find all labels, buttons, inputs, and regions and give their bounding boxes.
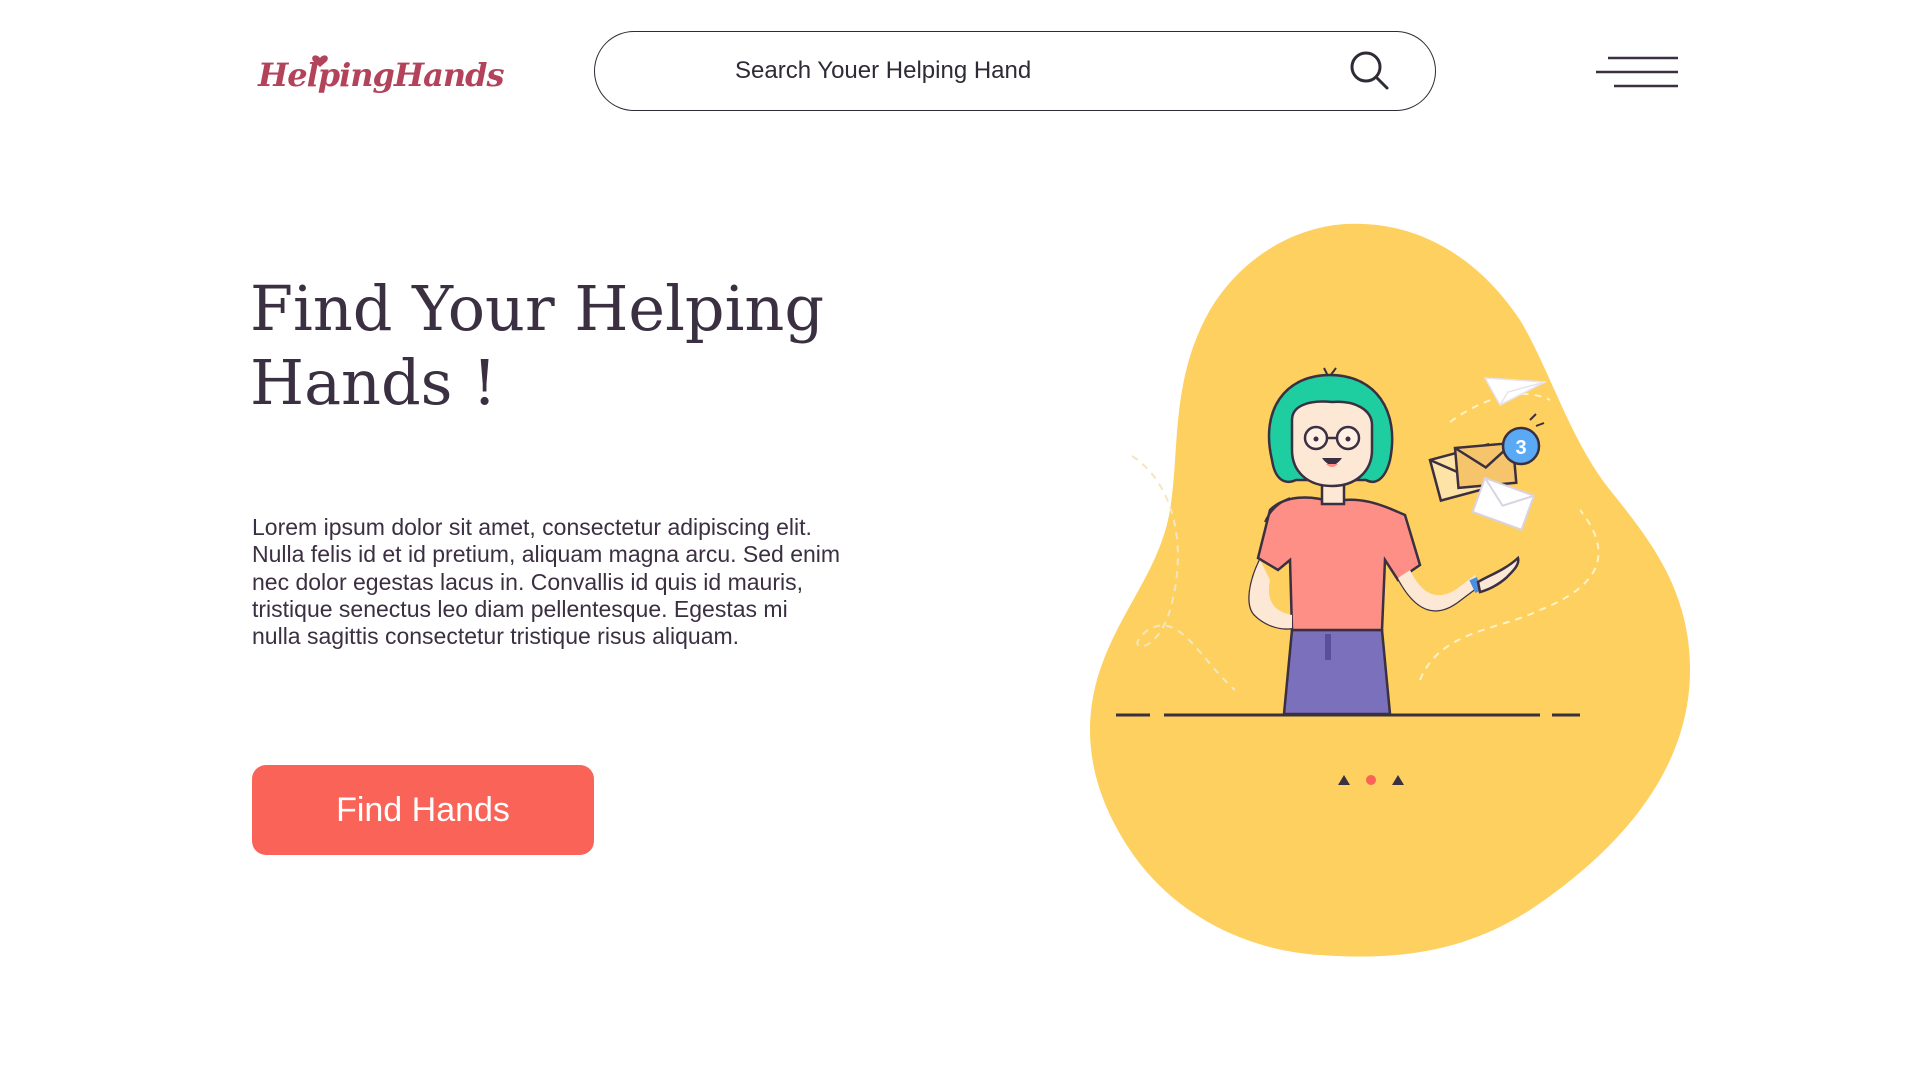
find-hands-button[interactable]: Find Hands: [252, 765, 594, 855]
hamburger-menu-icon[interactable]: [1596, 52, 1680, 92]
carousel-prev-icon: [1338, 775, 1350, 785]
search-bar: [594, 31, 1436, 111]
carousel-dot-active: [1366, 775, 1376, 785]
logo-text: HelpingHands: [258, 56, 505, 94]
hero-title: Find Your Helping Hands !: [250, 272, 825, 419]
notification-count: 3: [1515, 437, 1526, 459]
hero-description: Lorem ipsum dolor sit amet, consectetur …: [252, 514, 841, 650]
landing-page: HelpingHands Find Your Helping Hands ! L…: [0, 0, 1920, 1080]
carousel-indicators: [1336, 772, 1406, 788]
logo[interactable]: HelpingHands: [258, 50, 505, 110]
carousel-next-icon: [1392, 775, 1404, 785]
search-icon[interactable]: [1349, 50, 1391, 92]
hero-illustration: 3: [1060, 210, 1720, 990]
yellow-blob: [1090, 223, 1690, 957]
search-input[interactable]: [735, 50, 1295, 92]
